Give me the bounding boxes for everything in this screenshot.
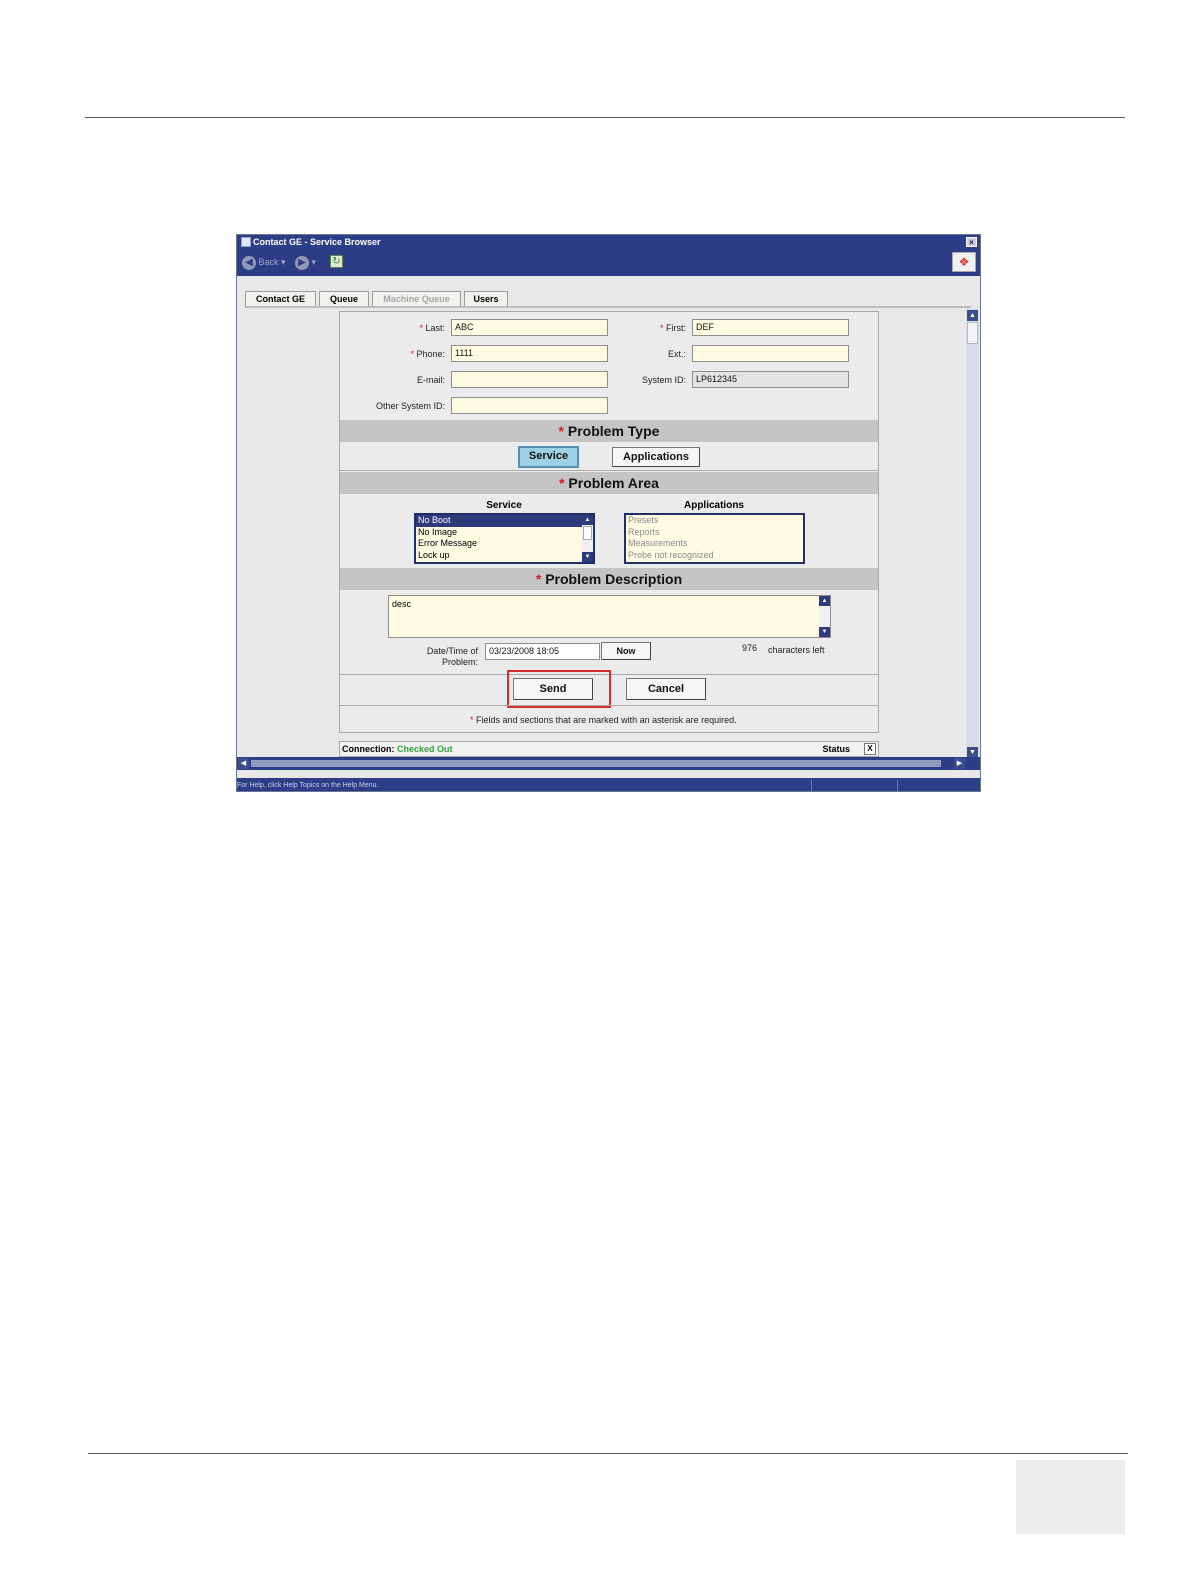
tab-machine-queue: Machine Queue xyxy=(372,291,461,306)
service-list-item[interactable]: No Boot xyxy=(416,515,593,527)
description-scrollbar[interactable]: ▲ ▼ xyxy=(819,596,830,637)
top-rule xyxy=(85,117,1125,118)
first-name-label: * First: xyxy=(659,323,686,333)
applications-area-listbox: Presets Reports Measurements Probe not r… xyxy=(624,513,805,564)
problem-description-textarea[interactable]: desc ▲ ▼ xyxy=(388,595,831,638)
bottom-rule xyxy=(88,1453,1128,1454)
applications-list-item: Presets xyxy=(628,515,659,525)
windows-logo-icon: ❖ xyxy=(952,252,976,272)
chars-left-label: characters left xyxy=(768,645,825,655)
back-button[interactable]: ◀ Back ▾ xyxy=(242,254,286,270)
page-number-box xyxy=(1016,1460,1125,1534)
problem-type-service-button[interactable]: Service xyxy=(518,446,579,468)
service-list-item[interactable]: No Image xyxy=(416,527,593,539)
email-label: E-mail: xyxy=(416,375,445,385)
title-bar: Contact GE - Service Browser × xyxy=(237,235,980,250)
divider xyxy=(340,705,878,706)
datetime-field[interactable]: 03/23/2008 18:05 xyxy=(485,643,600,660)
connection-close-button[interactable]: X xyxy=(864,743,876,755)
phone-field[interactable]: 1111 xyxy=(451,345,608,362)
tab-users[interactable]: Users xyxy=(464,291,508,306)
forward-button[interactable]: ▶ ▾ xyxy=(295,254,316,270)
datetime-label: Date/Time of Problem: xyxy=(426,646,478,667)
ext-label: Ext.: xyxy=(667,349,686,359)
tab-underline xyxy=(245,306,971,308)
other-system-id-label: Other System ID: xyxy=(375,401,445,411)
refresh-icon[interactable]: ↻ xyxy=(330,255,343,268)
now-button[interactable]: Now xyxy=(601,642,651,660)
applications-list-item: Reports xyxy=(628,526,660,537)
contact-form: * Last: ABC * First: DEF * Phone: 1111 E… xyxy=(339,311,879,733)
service-list-scrollbar[interactable]: ▲ ▼ xyxy=(582,515,593,562)
system-id-field: LP612345 xyxy=(692,371,849,388)
window-title: Contact GE - Service Browser xyxy=(253,237,381,247)
applications-column-header: Applications xyxy=(683,500,744,511)
scroll-down-icon[interactable]: ▼ xyxy=(819,627,830,637)
first-name-field[interactable]: DEF xyxy=(692,319,849,336)
last-name-label: * Last: xyxy=(419,323,445,333)
connection-bar: Connection: Checked Out Status X xyxy=(339,741,879,757)
cancel-button[interactable]: Cancel xyxy=(626,678,706,700)
back-dropdown-icon: ▾ xyxy=(281,257,286,267)
back-arrow-icon: ◀ xyxy=(242,255,256,270)
chars-left-count: 976 xyxy=(742,643,758,653)
scroll-up-icon[interactable]: ▲ xyxy=(967,310,978,321)
problem-area-header: * Problem Area xyxy=(340,472,878,494)
required-fields-note: * Fields and sections that are marked wi… xyxy=(470,715,737,725)
page-horizontal-scrollbar[interactable]: ◀ ▶ xyxy=(237,757,980,770)
problem-type-applications-button[interactable]: Applications xyxy=(612,447,700,467)
scroll-track[interactable] xyxy=(251,760,941,767)
scroll-up-icon[interactable]: ▲ xyxy=(819,596,830,606)
service-browser-window: Contact GE - Service Browser × ◀ Back ▾ … xyxy=(236,234,981,792)
tab-contact-ge[interactable]: Contact GE xyxy=(245,291,316,306)
connection-label: Connection: xyxy=(342,744,395,754)
email-field[interactable] xyxy=(451,371,608,388)
forward-dropdown-icon: ▾ xyxy=(311,257,317,267)
applications-list-item: Measurements xyxy=(628,538,688,548)
scroll-thumb[interactable] xyxy=(967,322,978,344)
send-button[interactable]: Send xyxy=(513,678,593,700)
scroll-left-icon[interactable]: ◀ xyxy=(238,758,249,769)
service-list-item[interactable]: Error Message xyxy=(416,538,593,550)
scroll-down-icon[interactable]: ▼ xyxy=(582,552,593,562)
applications-list-item: Probe not recognized xyxy=(628,549,714,560)
ext-field[interactable] xyxy=(692,345,849,362)
system-id-label: System ID: xyxy=(641,375,686,385)
tab-queue[interactable]: Queue xyxy=(319,291,369,306)
status-bar-text: For Help, click Help Topics on the Help … xyxy=(237,782,379,789)
problem-type-header: * Problem Type xyxy=(340,420,878,442)
status-bar: For Help, click Help Topics on the Help … xyxy=(237,778,980,791)
other-system-id-field[interactable] xyxy=(451,397,608,414)
service-column-header: Service xyxy=(486,500,522,511)
scroll-right-icon[interactable]: ▶ xyxy=(954,758,965,769)
service-list-item[interactable]: Lock up xyxy=(416,550,593,562)
status-label: Status xyxy=(822,744,850,754)
status-separator xyxy=(897,780,898,791)
browser-toolbar: ◀ Back ▾ ▶ ▾ ↻ ❖ xyxy=(237,250,980,276)
service-area-listbox[interactable]: No Boot No Image Error Message Lock up ▲… xyxy=(414,513,595,564)
scroll-up-icon[interactable]: ▲ xyxy=(582,515,593,525)
page-vertical-scrollbar[interactable]: ▲ ▼ xyxy=(966,309,979,759)
forward-arrow-icon: ▶ xyxy=(295,255,309,270)
window-close-button[interactable]: × xyxy=(966,237,977,247)
problem-description-text: desc xyxy=(392,599,412,609)
divider xyxy=(340,470,878,471)
connection-status-value: Checked Out xyxy=(397,744,453,754)
back-label: Back xyxy=(258,257,279,267)
app-icon xyxy=(241,237,251,247)
last-name-field[interactable]: ABC xyxy=(451,319,608,336)
scroll-thumb[interactable] xyxy=(583,526,592,540)
status-separator xyxy=(811,780,812,791)
problem-description-header: * Problem Description xyxy=(340,568,878,590)
phone-label: * Phone: xyxy=(410,349,445,359)
